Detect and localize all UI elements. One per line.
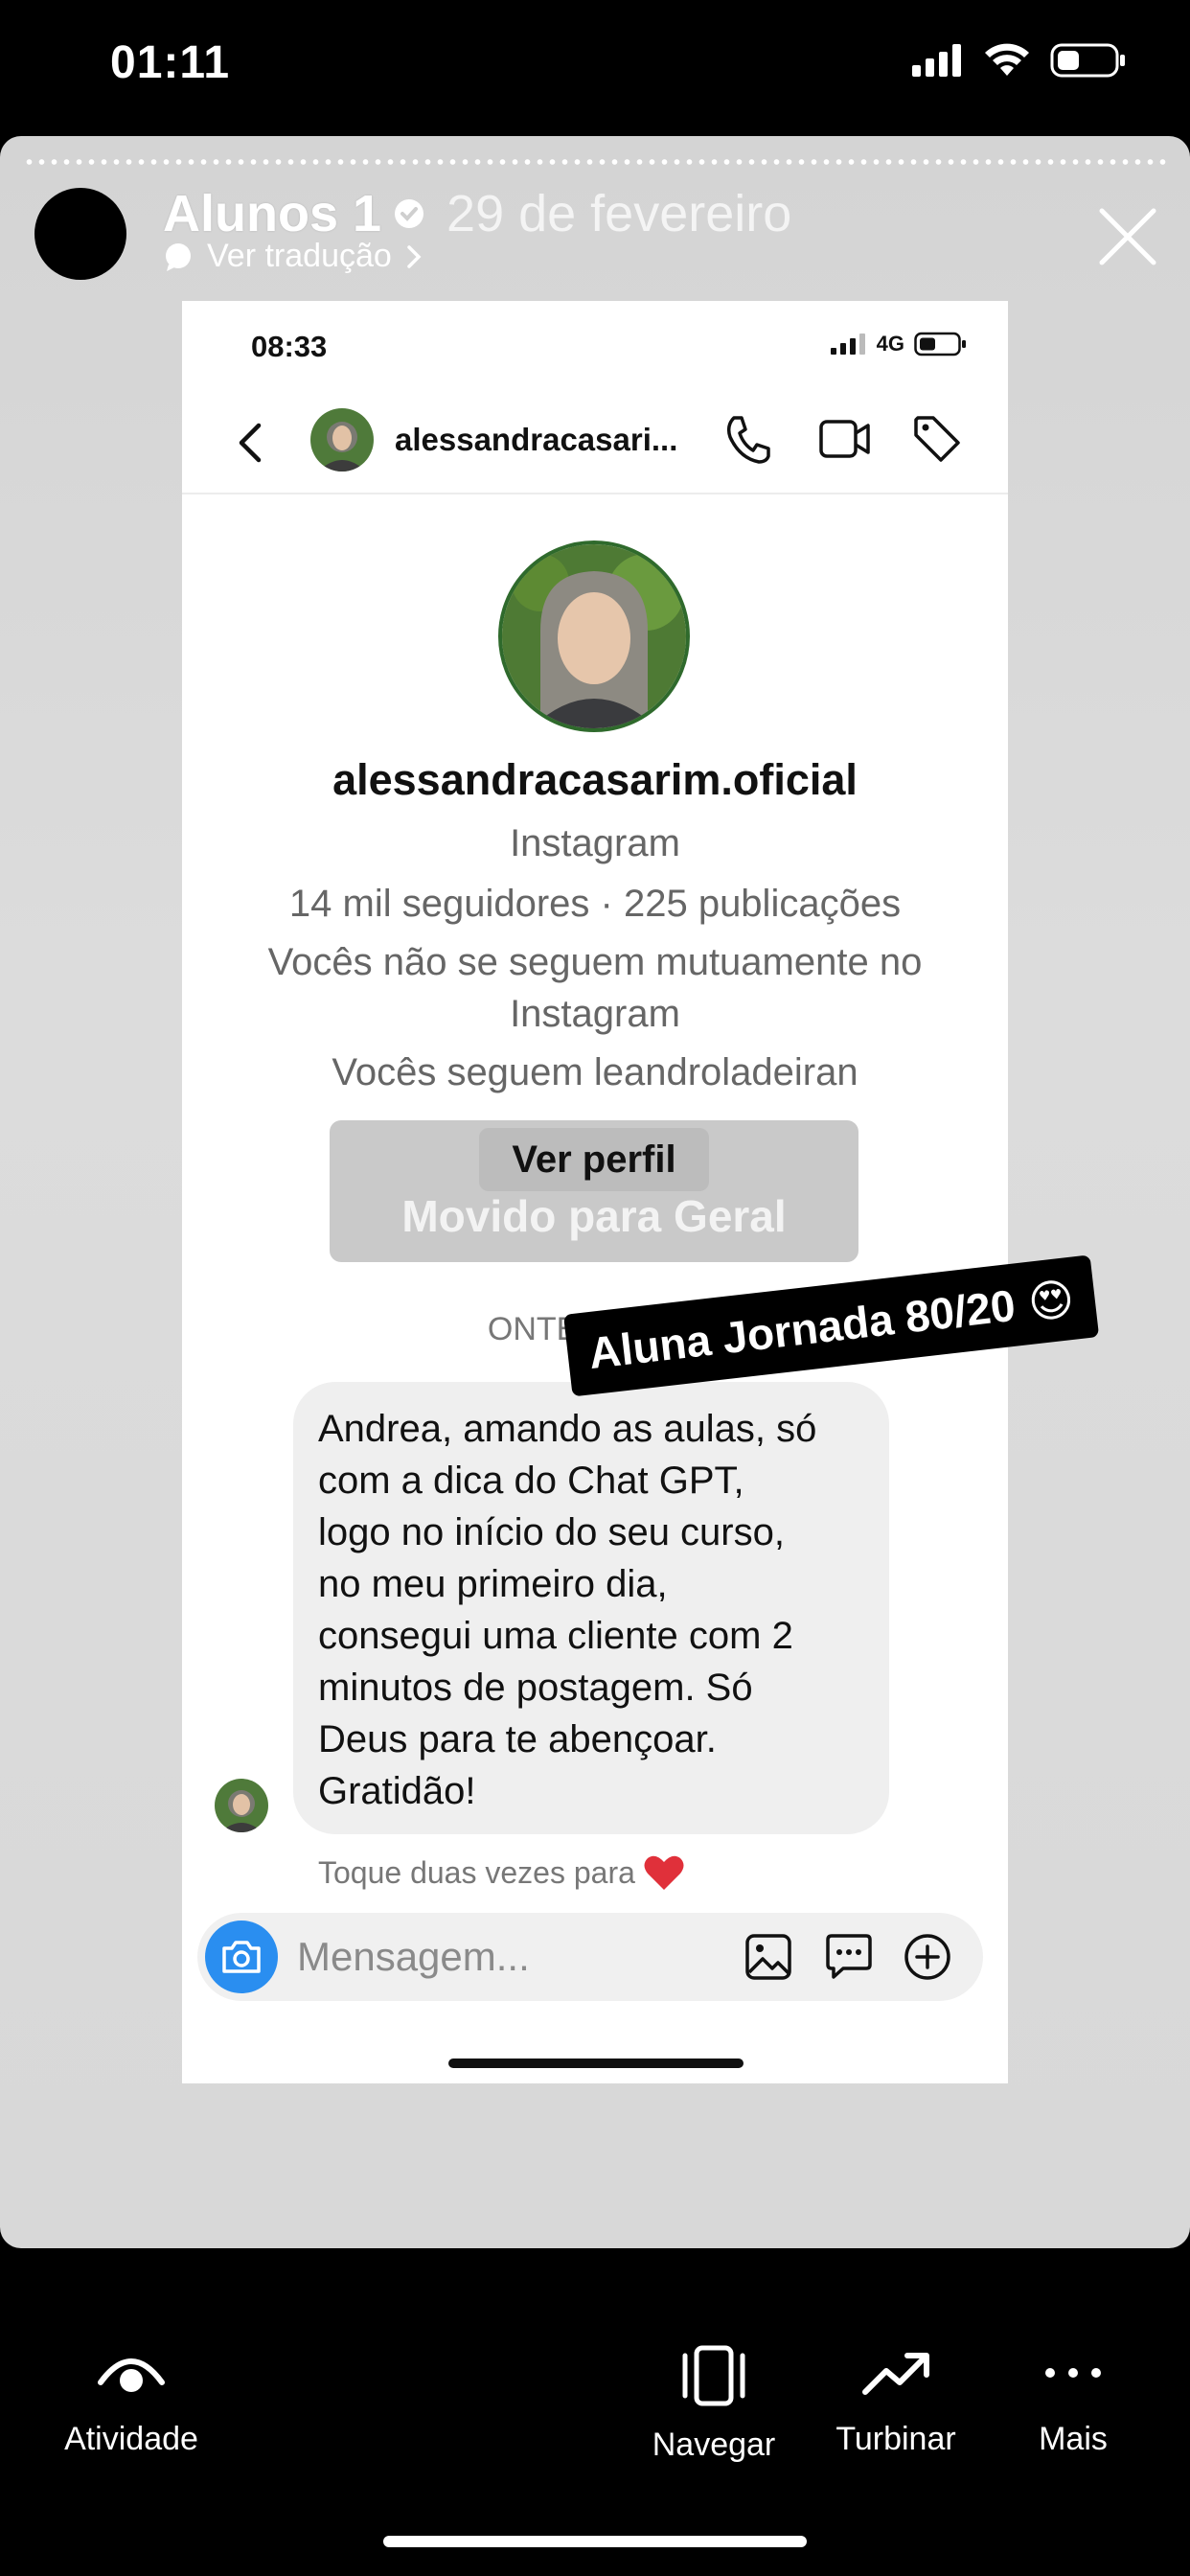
gallery-icon[interactable] xyxy=(744,1932,793,1982)
profile-picture[interactable] xyxy=(498,540,690,732)
mutual-line-2: Instagram xyxy=(510,993,680,1035)
message-line: Gratidão! xyxy=(318,1770,476,1812)
sticker-icon[interactable] xyxy=(824,1932,874,1982)
video-icon[interactable] xyxy=(818,416,872,462)
view-profile-button[interactable]: Ver perfil xyxy=(479,1128,709,1191)
back-icon[interactable] xyxy=(236,422,264,464)
more-button[interactable]: Mais xyxy=(1016,2344,1131,2458)
verified-icon xyxy=(393,197,425,230)
double-tap-label: Toque duas vezes para xyxy=(318,1854,635,1890)
more-label: Mais xyxy=(1039,2421,1108,2457)
message-line: com a dica do Chat GPT, xyxy=(318,1460,744,1502)
message-line: no meu primeiro dia, xyxy=(318,1563,668,1605)
mutual-line-1: Vocês não se seguem mutuamente no xyxy=(267,941,923,983)
close-icon[interactable] xyxy=(1094,203,1161,270)
battery-icon xyxy=(914,332,966,356)
sender-avatar[interactable] xyxy=(215,1779,268,1832)
message-line: Andrea, amando as aulas, só xyxy=(318,1408,817,1450)
story-user-row: Alunos 1 29 de fevereiro xyxy=(163,184,791,243)
navigate-button[interactable]: Navegar xyxy=(637,2344,790,2464)
screenshot-home-indicator xyxy=(448,2058,744,2068)
home-indicator xyxy=(383,2536,807,2547)
story-date: 29 de fevereiro xyxy=(446,185,792,242)
story-bottom-bar: Atividade Navegar Turbinar Mais xyxy=(0,2248,1190,2576)
status-bar: 01:11 xyxy=(0,0,1190,134)
more-icon xyxy=(1045,2368,1101,2378)
activity-label: Atividade xyxy=(64,2421,198,2457)
profile-stats: 14 mil seguidores · 225 publicações xyxy=(288,883,902,925)
story-progress-bar xyxy=(23,159,1167,165)
message-line: Deus para te abençoar. xyxy=(318,1718,717,1760)
message-bubble[interactable]: Andrea, amando as aulas, só com a dica d… xyxy=(293,1382,889,1834)
tag-icon[interactable] xyxy=(912,414,962,464)
heart-icon xyxy=(644,1855,684,1890)
eye-icon xyxy=(98,2358,165,2392)
translate-link[interactable]: Ver tradução xyxy=(163,238,423,275)
signal-icon xyxy=(830,334,865,355)
signal-icon xyxy=(912,44,961,77)
message-line: consegui uma cliente com 2 xyxy=(318,1615,793,1657)
message-line: minutos de postagem. Só xyxy=(318,1667,753,1709)
story-username[interactable]: Alunos 1 xyxy=(163,184,381,243)
message-composer xyxy=(197,1913,983,2001)
status-icons xyxy=(912,42,1127,79)
boost-button[interactable]: Turbinar xyxy=(824,2344,968,2458)
activity-button[interactable]: Atividade xyxy=(50,2344,213,2458)
profile-platform: Instagram xyxy=(510,822,680,864)
story-card[interactable]: Alunos 1 29 de fevereiro Ver tradução 08… xyxy=(0,136,1190,2248)
chevron-right-icon xyxy=(407,244,422,268)
header-username[interactable]: alessandracasari... xyxy=(395,422,677,458)
follows-line: Vocês seguem leandroladeiran xyxy=(332,1051,858,1093)
translate-bubble-icon xyxy=(166,242,191,271)
phone-icon[interactable] xyxy=(724,414,770,464)
status-time: 01:11 xyxy=(110,37,231,88)
navigate-label: Navegar xyxy=(652,2426,776,2463)
dm-header: alessandracasari... xyxy=(182,389,1008,494)
profile-name: alessandracasarim.oficial xyxy=(332,755,858,804)
heart-eyes-emoji: 😍 xyxy=(1025,1273,1077,1328)
moved-label: Movido para Geral xyxy=(401,1191,787,1241)
battery-icon xyxy=(1050,43,1125,78)
navigate-icon xyxy=(682,2345,745,2406)
boost-label: Turbinar xyxy=(835,2421,956,2457)
screenshot-status-time: 08:33 xyxy=(251,330,328,363)
dm-screenshot: 08:33 4G alessandracasari... alessandrac… xyxy=(182,301,1008,2083)
translate-label: Ver tradução xyxy=(207,238,392,274)
trending-icon xyxy=(862,2353,929,2395)
network-label: 4G xyxy=(876,332,904,356)
camera-icon xyxy=(222,1941,261,1973)
screenshot-status-icons: 4G xyxy=(830,332,968,356)
story-avatar[interactable] xyxy=(34,188,126,280)
camera-button[interactable] xyxy=(205,1920,278,1993)
wifi-icon xyxy=(985,43,1029,76)
message-input[interactable] xyxy=(297,1934,680,1980)
plus-icon[interactable] xyxy=(903,1932,952,1982)
message-line: logo no início do seu curso, xyxy=(318,1511,785,1553)
double-tap-hint: Toque duas vezes para xyxy=(318,1853,685,1892)
header-avatar[interactable] xyxy=(310,408,374,472)
